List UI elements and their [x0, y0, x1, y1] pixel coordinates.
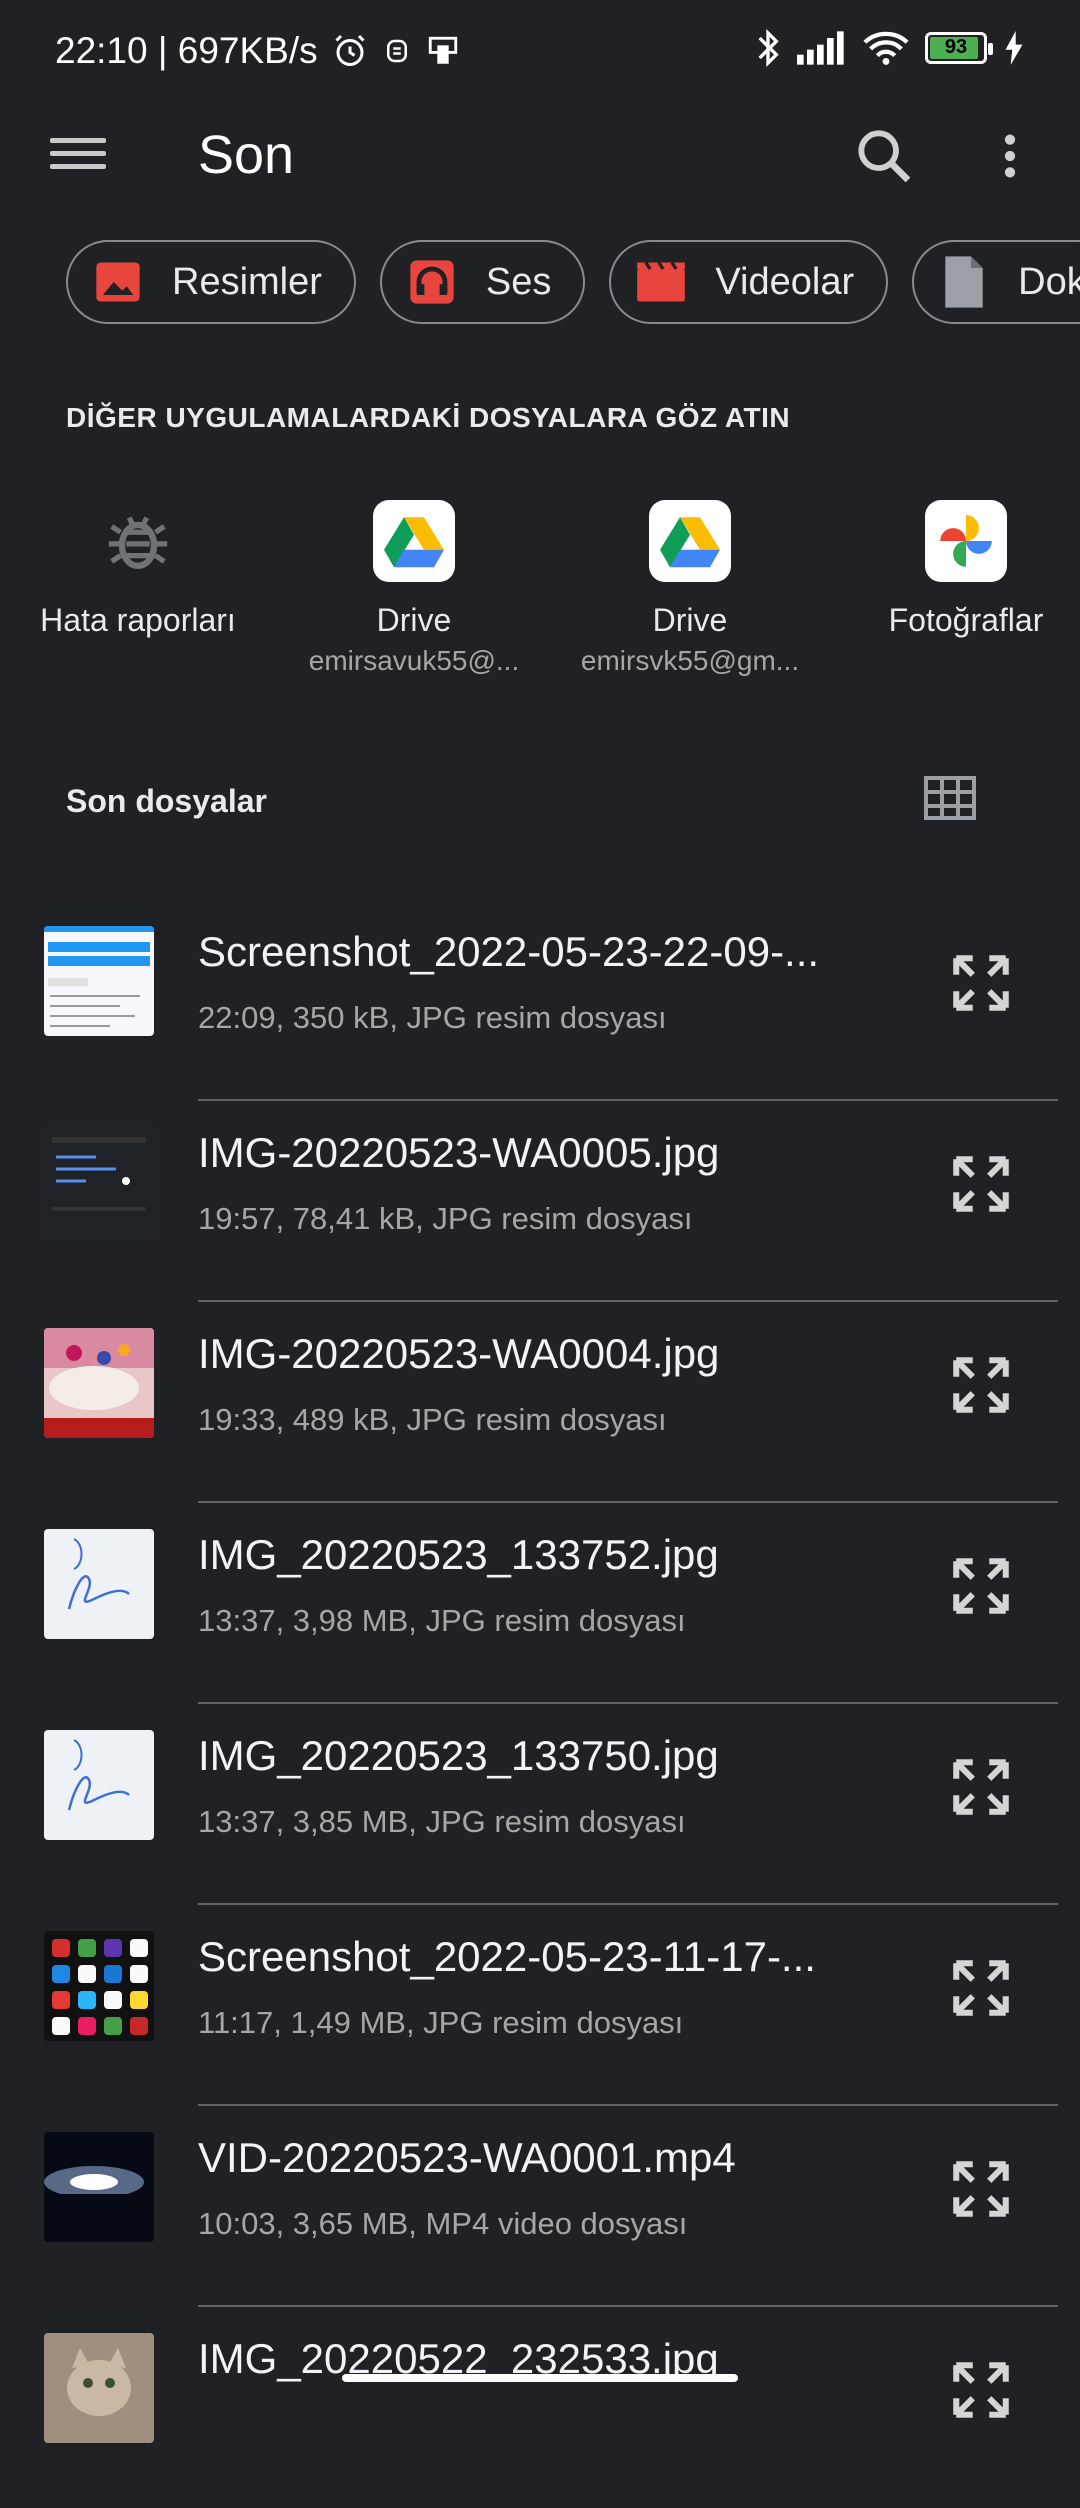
status-bar: 22:10 | 697KB/s 93 [0, 0, 1080, 110]
expand-icon[interactable] [946, 1553, 1016, 1619]
file-thumbnail [44, 1730, 154, 1840]
headphones-icon [406, 256, 458, 308]
google-drive-icon [649, 500, 731, 582]
file-name: Screenshot_2022-05-23-22-09-... [198, 928, 820, 975]
chip-images[interactable]: Resimler [66, 240, 356, 324]
list-item[interactable]: IMG_20220523_133752.jpg 13:37, 3,98 MB, … [0, 1503, 1080, 1704]
app-account: emirsvk55@gm... [580, 645, 800, 676]
list-item[interactable]: IMG_20220522_232533.jpg [0, 2307, 1080, 2508]
charging-icon [1005, 31, 1023, 65]
file-meta: 11:17, 1,49 MB, JPG resim dosyası [198, 2005, 684, 2040]
app-account: emirsavuk55@... [308, 645, 520, 676]
chip-label: Ses [485, 260, 552, 303]
chip-label: Videolar [715, 260, 855, 303]
file-name: IMG_20220523_133752.jpg [198, 1531, 719, 1578]
home-indicator[interactable] [342, 2374, 738, 2382]
alarm-icon [335, 34, 365, 66]
battery-icon: 93 [925, 32, 993, 64]
status-time-speed: 22:10 | 697KB/s [55, 30, 318, 71]
apps-section-title: DİĞER UYGULAMALARDAKİ DOSYALARA GÖZ ATIN [66, 402, 791, 433]
grid-view-button[interactable] [924, 776, 976, 820]
expand-icon[interactable] [946, 1352, 1016, 1418]
expand-icon[interactable] [946, 2156, 1016, 2222]
expand-icon[interactable] [946, 2357, 1016, 2423]
search-button[interactable] [852, 124, 916, 188]
app-photos[interactable]: Fotoğraflar [828, 500, 1080, 639]
app-drive-2[interactable]: Drive emirsvk55@gm... [552, 500, 828, 677]
more-options-button[interactable] [982, 124, 1038, 188]
page-title: Son [198, 125, 295, 185]
expand-icon[interactable] [946, 1754, 1016, 1820]
app-name: Fotoğraflar [888, 602, 1044, 638]
google-drive-icon [373, 500, 455, 582]
file-thumbnail [44, 1529, 154, 1639]
category-chips: Resimler Ses Videolar Dok [66, 240, 1080, 328]
file-thumbnail [44, 2132, 154, 2242]
app-drive-1[interactable]: Drive emirsavuk55@... [276, 500, 552, 677]
chip-audio[interactable]: Ses [379, 240, 586, 324]
file-meta: 13:37, 3,85 MB, JPG resim dosyası [198, 1804, 686, 1839]
app-name: Drive [376, 602, 452, 638]
file-thumbnail [44, 1931, 154, 2041]
file-meta: 13:37, 3,98 MB, JPG resim dosyası [198, 1603, 686, 1638]
status-right: 93 [755, 28, 1025, 68]
app-name: Drive [652, 602, 728, 638]
expand-icon[interactable] [946, 950, 1016, 1016]
file-thumbnail [44, 1127, 154, 1237]
file-name: IMG-20220523-WA0004.jpg [198, 1330, 720, 1377]
file-thumbnail [44, 2333, 154, 2443]
chip-videos[interactable]: Videolar [609, 240, 889, 324]
app-bug-reports[interactable]: Hata raporları [0, 500, 276, 639]
chip-documents[interactable]: Dok [912, 240, 1080, 324]
file-meta: 22:09, 350 kB, JPG resim dosyası [198, 1000, 667, 1035]
file-name: VID-20220523-WA0001.mp4 [198, 2134, 736, 2181]
grid-view-icon [924, 776, 976, 820]
app-name: Hata raporları [40, 602, 236, 638]
chip-label: Dok [1018, 260, 1080, 303]
list-item[interactable]: IMG-20220523-WA0005.jpg 19:57, 78,41 kB,… [0, 1101, 1080, 1302]
apps-row: Hata raporları Drive emirsavuk55@... Dri… [0, 500, 1080, 720]
bluetooth-icon [758, 28, 779, 68]
video-icon [635, 256, 687, 308]
file-meta: 19:57, 78,41 kB, JPG resim dosyası [198, 1201, 693, 1236]
file-name: IMG-20220523-WA0005.jpg [198, 1129, 720, 1176]
status-left: 22:10 | 697KB/s [55, 30, 460, 72]
more-vert-icon [1004, 134, 1016, 178]
document-icon [938, 256, 990, 308]
expand-icon[interactable] [946, 1151, 1016, 1217]
battery-level: 93 [944, 36, 968, 58]
menu-icon [50, 138, 106, 143]
list-item[interactable]: VID-20220523-WA0001.mp4 10:03, 3,65 MB, … [0, 2106, 1080, 2307]
file-name: Screenshot_2022-05-23-11-17-... [198, 1933, 816, 1980]
file-meta: 19:33, 489 kB, JPG resim dosyası [198, 1402, 667, 1437]
list-item[interactable]: Screenshot_2022-05-23-22-09-... 22:09, 3… [0, 900, 1080, 1101]
chip-label: Resimler [172, 260, 322, 303]
file-meta: 10:03, 3,65 MB, MP4 video dosyası [198, 2206, 688, 2241]
menu-button[interactable] [50, 130, 106, 186]
google-photos-icon [925, 500, 1007, 582]
file-thumbnail [44, 926, 154, 1036]
wifi-icon [863, 31, 909, 65]
device-icon [428, 36, 457, 64]
list-item[interactable]: Screenshot_2022-05-23-11-17-... 11:17, 1… [0, 1905, 1080, 2106]
signal-icon [797, 31, 844, 65]
bug-icon [97, 500, 179, 582]
recent-files-title: Son dosyalar [66, 783, 267, 819]
search-icon [858, 130, 911, 183]
list-item[interactable]: IMG_20220523_133750.jpg 13:37, 3,85 MB, … [0, 1704, 1080, 1905]
file-thumbnail [44, 1328, 154, 1438]
image-icon [92, 256, 144, 308]
list-item[interactable]: IMG-20220523-WA0004.jpg 19:33, 489 kB, J… [0, 1302, 1080, 1503]
expand-icon[interactable] [946, 1955, 1016, 2021]
recent-files-list: Screenshot_2022-05-23-22-09-... 22:09, 3… [0, 900, 1080, 2508]
app-bar: Son [0, 110, 1080, 220]
notification-icon [386, 39, 407, 63]
file-name: IMG_20220523_133750.jpg [198, 1732, 719, 1779]
